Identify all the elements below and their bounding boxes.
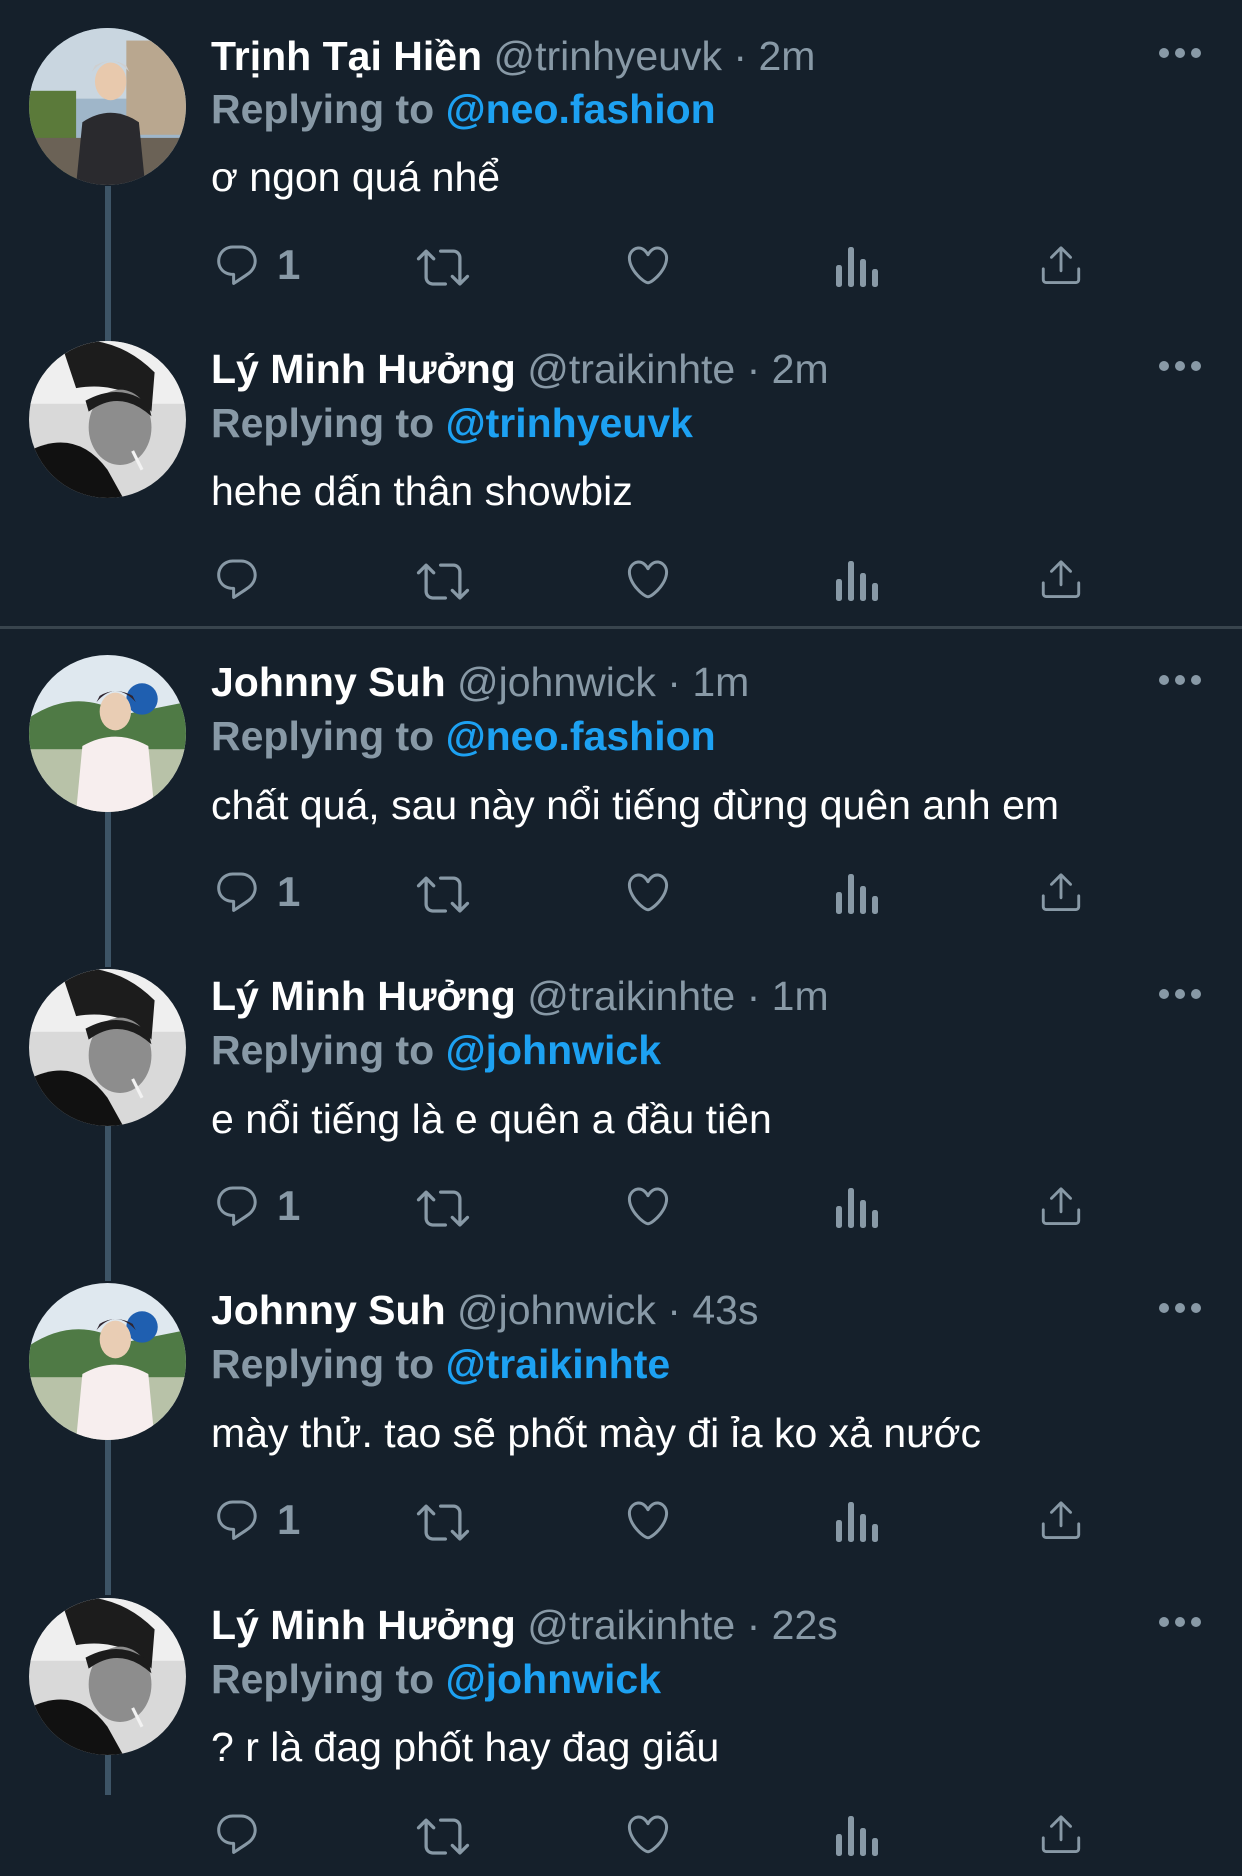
user-handle[interactable]: @traikinhte xyxy=(527,1602,735,1648)
replying-to-label: Replying to xyxy=(211,1656,435,1702)
share-icon xyxy=(1041,1815,1081,1854)
like-icon xyxy=(627,1815,669,1854)
tweet-header: Lý Minh Hưởng @traikinhte · 22s xyxy=(211,1600,838,1650)
separator-dot: · xyxy=(746,1602,761,1648)
retweet-icon xyxy=(416,1818,470,1855)
replying-to-handle[interactable]: @johnwick xyxy=(446,1656,661,1702)
tweet[interactable]: Lý Minh Hưởng @traikinhte · 22s Replying… xyxy=(0,0,1242,1876)
more-options-button[interactable] xyxy=(1156,1614,1204,1630)
share-button[interactable] xyxy=(1038,1806,1084,1862)
analytics-icon xyxy=(836,1816,878,1856)
like-button[interactable] xyxy=(624,1806,672,1862)
replying-to: Replying to @johnwick xyxy=(211,1654,661,1704)
reply-button[interactable] xyxy=(213,1806,277,1862)
tweet-text: ? r là đag phốt hay đag giấu xyxy=(211,1724,720,1770)
timestamp[interactable]: 22s xyxy=(772,1602,838,1648)
display-name[interactable]: Lý Minh Hưởng xyxy=(211,1602,516,1648)
avatar-photo xyxy=(29,1598,186,1755)
more-icon xyxy=(1159,1617,1201,1627)
avatar[interactable] xyxy=(29,1598,186,1755)
retweet-button[interactable] xyxy=(416,1806,470,1862)
reply-icon xyxy=(217,1814,257,1854)
analytics-button[interactable] xyxy=(834,1806,878,1862)
